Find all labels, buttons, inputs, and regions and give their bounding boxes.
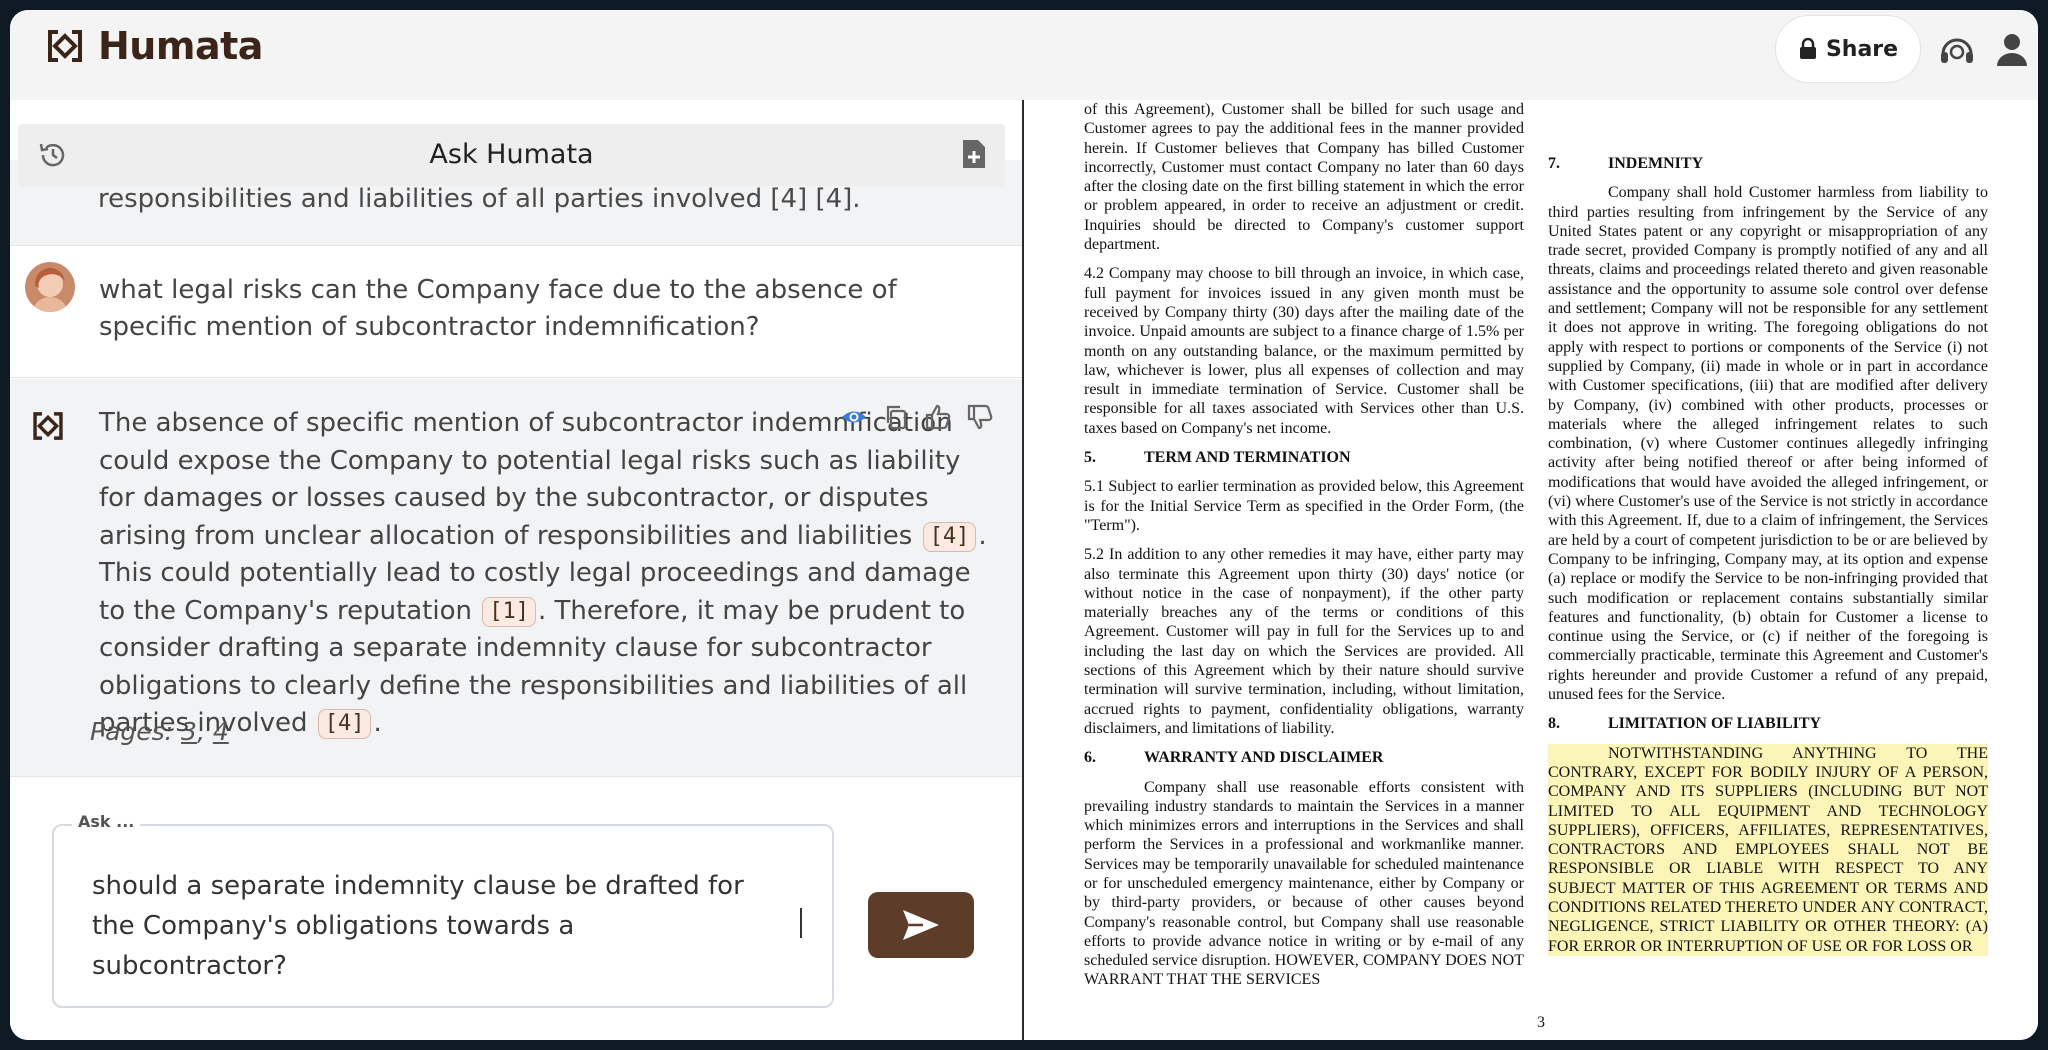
highlighted-paragraph: NOTWITHSTANDING ANYTHING TO THE CONTRARY… [1548,743,1988,956]
app-name: Humata [98,24,263,68]
doc-paragraph: 5.1 Subject to earlier termination as pr… [1084,478,1524,534]
chat-header: Ask Humata [18,124,1005,186]
copy-icon[interactable] [882,403,910,431]
document-viewer: of this Agreement), Customer shall be bi… [1024,100,2038,1040]
user-icon[interactable] [1995,32,2029,68]
share-button[interactable]: Share [1775,15,1921,83]
clipped-text: responsibilities and liabilities of all … [98,184,861,214]
citation-badge[interactable]: [4] [317,709,372,739]
doc-paragraph: of this Agreement), Customer shall be bi… [1084,101,1524,254]
doc-section-heading: 6. WARRANTY AND DISCLAIMER [1084,749,1384,767]
humata-logo-icon [33,412,63,440]
document-column-left: of this Agreement), Customer shall be bi… [1084,100,1524,1000]
doc-section-heading: 8. LIMITATION OF LIABILITY [1548,715,1822,733]
share-label: Share [1825,36,1899,62]
humata-logo-icon [48,30,82,62]
answer-text: . [373,708,382,738]
doc-section-heading: 7. INDEMNITY [1548,155,1704,172]
eye-icon[interactable] [840,403,868,431]
citation-badge[interactable]: [4] [922,521,977,552]
doc-paragraph: 5.2 In addition to any other remedies it… [1084,546,1524,737]
send-icon [903,910,939,940]
chat-panel: responsibilities and liabilities of all … [10,100,1022,1040]
ask-input[interactable]: should a separate indemnity clause be dr… [92,866,772,986]
thumbs-up-icon[interactable] [924,403,952,431]
app-window: Humata Share responsibilities and liabil… [10,10,2038,1040]
headset-icon[interactable] [1937,32,1977,72]
user-question: what legal risks can the Company face du… [99,275,897,342]
page-number: 3 [1537,1014,1545,1031]
pages-separator: , [196,717,213,746]
user-message: what legal risks can the Company face du… [10,246,1022,378]
answer-text: The absence of specific mention of subco… [99,408,961,551]
send-button[interactable] [868,892,974,958]
source-pages: Pages: 3, 4 [90,717,229,746]
doc-section-heading: 5. TERM AND TERMINATION [1084,449,1351,467]
pages-label: Pages: [90,717,174,746]
message-actions [840,403,994,431]
ask-label: Ask ... [72,812,141,831]
citation-badge[interactable]: [1] [482,596,536,627]
lock-icon [1799,38,1816,59]
assistant-message: The absence of specific mention of subco… [10,379,1022,777]
avatar [25,262,75,312]
text-cursor [800,908,802,938]
doc-paragraph: 4.2 Company may choose to bill through a… [1084,265,1524,437]
page-link-3[interactable]: 3 [181,717,197,746]
top-bar: Humata Share [10,10,2038,100]
humata-logo[interactable]: Humata [42,24,263,68]
new-document-icon[interactable] [961,138,987,170]
doc-paragraph: Company shall use reasonable efforts con… [1084,778,1524,989]
assistant-answer: The absence of specific mention of subco… [99,405,1004,743]
thumbs-down-icon[interactable] [966,403,994,431]
ask-input-box[interactable]: Ask ... should a separate indemnity clau… [52,812,834,1008]
doc-paragraph: Company shall hold Customer harmless fro… [1548,184,1988,704]
document-column-right: 7. INDEMNITY Company shall hold Customer … [1548,148,1988,966]
page-link-4[interactable]: 4 [213,717,229,746]
chat-title: Ask Humata [429,139,594,170]
